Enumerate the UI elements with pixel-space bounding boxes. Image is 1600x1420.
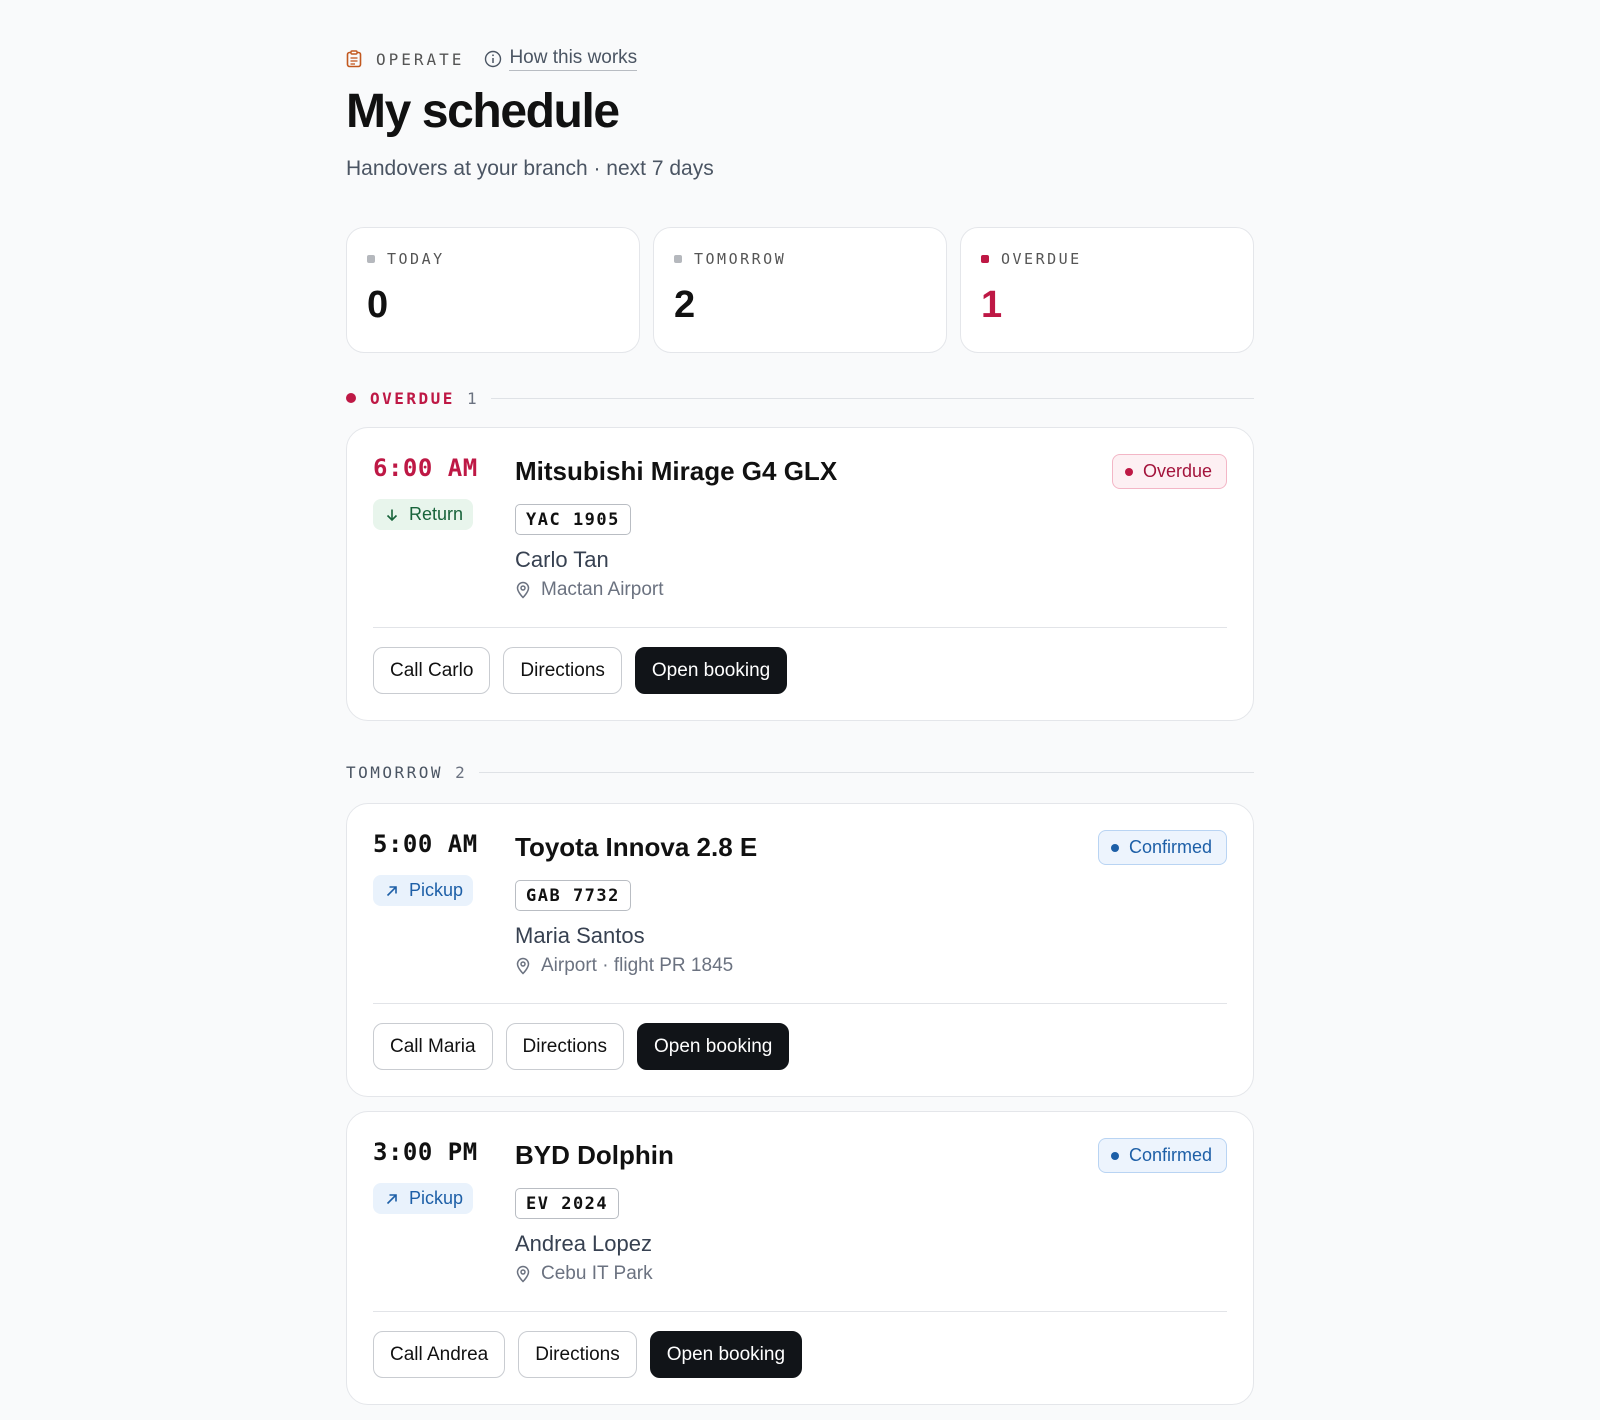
status-badge: Confirmed	[1097, 830, 1227, 865]
status-square	[981, 255, 989, 263]
open-booking-button[interactable]: Open booking	[637, 1023, 790, 1070]
arrow-up-right-icon	[386, 1193, 397, 1204]
section-label: OPERATE	[376, 49, 465, 69]
directions-button[interactable]: Directions	[505, 1023, 625, 1070]
stat-card-today: TODAY 0	[346, 227, 640, 353]
how-this-works-link[interactable]: How this works	[484, 47, 638, 71]
stat-label: OVERDUE	[1001, 250, 1082, 268]
directions-button[interactable]: Directions	[503, 647, 622, 694]
status-dot	[1110, 843, 1119, 852]
vehicle-name: Mitsubishi Mirage G4 GLX	[515, 456, 838, 486]
booking-card: 6:00 AM Return Mitsubishi Mirage G4 GLX …	[346, 427, 1254, 721]
booking-card: 5:00 AM Pickup Toyota Innova 2.8 E GAB 7…	[346, 803, 1254, 1097]
call-button[interactable]: Call Carlo	[373, 647, 491, 694]
stat-value: 0	[367, 284, 389, 326]
card-actions: Call Maria Directions Open booking	[373, 1023, 802, 1070]
info-icon	[485, 50, 502, 68]
status-square	[674, 255, 682, 263]
booking-kind-badge: Pickup	[373, 875, 473, 906]
group-count: 1	[466, 388, 477, 408]
stat-value: 1	[981, 284, 1003, 326]
booking-card: 3:00 PM Pickup BYD Dolphin EV 2024 Andre…	[346, 1111, 1254, 1405]
status-label: Confirmed	[1128, 837, 1212, 857]
card-divider	[373, 1003, 1227, 1004]
location-pin-icon	[516, 581, 530, 599]
arrow-down-icon	[386, 509, 398, 521]
booking-kind-label: Pickup	[409, 880, 464, 900]
status-label: Overdue	[1142, 461, 1212, 481]
stat-value: 2	[674, 284, 696, 326]
call-button[interactable]: Call Maria	[373, 1023, 493, 1070]
status-dot	[1124, 467, 1133, 476]
card-divider	[373, 1311, 1227, 1312]
status-badge: Overdue	[1111, 454, 1227, 489]
status-badge: Confirmed	[1097, 1138, 1227, 1173]
booking-kind-label: Pickup	[409, 1188, 464, 1208]
customer-name: Maria Santos	[515, 923, 645, 948]
location-label: Mactan Airport	[541, 579, 664, 600]
breadcrumb: OPERATE How this works	[346, 46, 638, 72]
page-title: My schedule	[346, 85, 620, 138]
divider	[490, 397, 1254, 399]
card-actions: Call Andrea Directions Open booking	[373, 1331, 815, 1378]
group-count: 2	[455, 762, 465, 782]
stat-label: TOMORROW	[694, 250, 787, 268]
booking-time: 5:00 AM	[373, 830, 478, 858]
booking-time: 6:00 AM	[373, 454, 478, 482]
stat-card-tomorrow: TOMORROW 2	[653, 227, 947, 353]
directions-button[interactable]: Directions	[518, 1331, 637, 1378]
plate-number: GAB 7732	[515, 880, 631, 911]
location-pin-icon	[516, 957, 530, 975]
divider	[478, 771, 1254, 773]
customer-name: Carlo Tan	[515, 547, 609, 572]
booking-time: 3:00 PM	[373, 1138, 478, 1166]
plate-number: EV 2024	[515, 1188, 620, 1219]
group-header-overdue: OVERDUE 1	[346, 386, 1254, 410]
stats-row: TODAY 0 TOMORROW 2 OVERDUE 1	[346, 227, 1254, 353]
card-divider	[373, 627, 1227, 628]
status-dot	[1110, 1151, 1119, 1160]
open-booking-button[interactable]: Open booking	[634, 647, 788, 694]
group-header-tomorrow: TOMORROW 2	[346, 760, 1254, 784]
booking-location: Airport · flight PR 1845	[515, 955, 733, 977]
stat-label: TODAY	[387, 250, 445, 268]
stat-card-overdue: OVERDUE 1	[960, 227, 1254, 353]
group-name: OVERDUE	[370, 388, 455, 408]
overdue-dot	[346, 393, 356, 403]
open-booking-button[interactable]: Open booking	[649, 1331, 803, 1378]
booking-location: Mactan Airport	[515, 579, 664, 601]
clipboard-icon	[346, 50, 362, 68]
page-subtitle: Handovers at your branch · next 7 days	[346, 157, 714, 180]
call-button[interactable]: Call Andrea	[373, 1331, 506, 1378]
location-label: Airport · flight PR 1845	[541, 955, 734, 976]
booking-kind-label: Return	[409, 504, 464, 524]
location-label: Cebu IT Park	[541, 1263, 653, 1284]
card-actions: Call Carlo Directions Open booking	[373, 647, 800, 694]
vehicle-name: Toyota Innova 2.8 E	[515, 832, 758, 862]
schedule-page: OPERATE How this works My schedule Hando…	[0, 0, 1600, 1420]
booking-kind-badge: Pickup	[373, 1183, 473, 1214]
booking-kind-badge: Return	[373, 499, 473, 530]
status-square	[367, 255, 375, 263]
status-label: Confirmed	[1128, 1145, 1212, 1165]
group-name: TOMORROW	[346, 762, 444, 782]
plate-number: YAC 1905	[515, 504, 631, 535]
vehicle-name: BYD Dolphin	[515, 1140, 674, 1170]
booking-location: Cebu IT Park	[515, 1263, 653, 1285]
arrow-up-right-icon	[386, 885, 397, 896]
customer-name: Andrea Lopez	[515, 1231, 652, 1256]
location-pin-icon	[516, 1265, 530, 1283]
how-this-works-label: How this works	[509, 47, 638, 71]
